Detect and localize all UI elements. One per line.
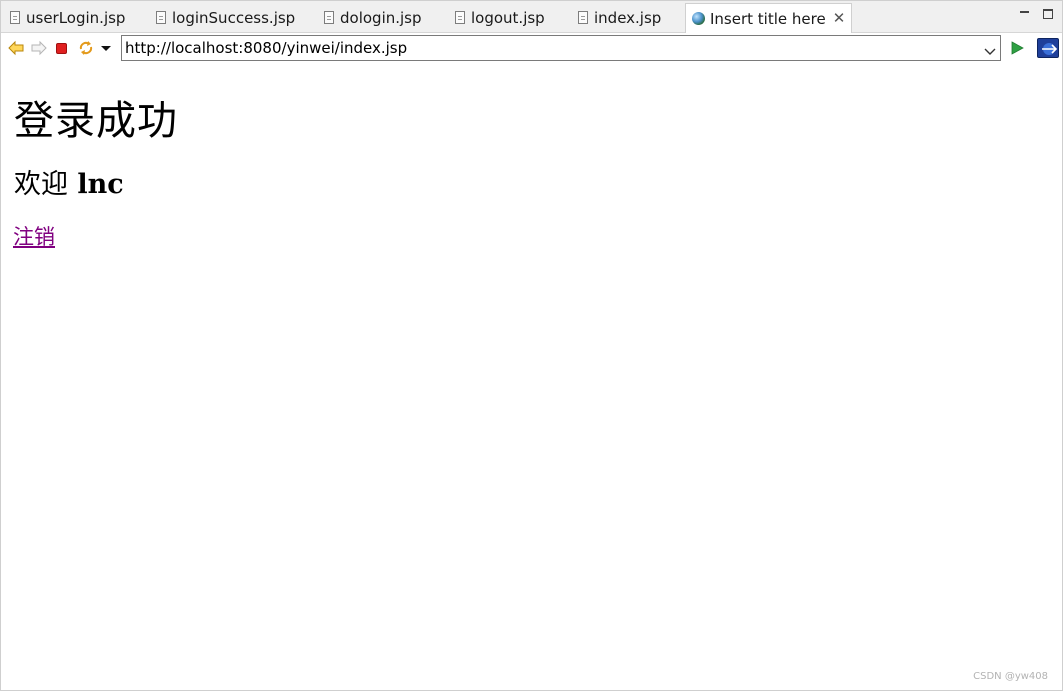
address-bar[interactable] — [121, 35, 1001, 61]
welcome-message: 欢迎 lnc — [14, 162, 124, 201]
welcome-label: 欢迎 — [14, 169, 68, 200]
tab-browser-active[interactable]: Insert title here ✕ — [685, 3, 853, 33]
browser-window: userLogin.jsp loginSuccess.jsp dologin.j… — [0, 0, 1063, 691]
maximize-icon[interactable] — [1043, 9, 1053, 19]
tab-label: loginSuccess.jsp — [172, 8, 296, 27]
browser-toolbar — [1, 33, 1062, 63]
jsp-file-icon — [455, 11, 465, 24]
url-input[interactable] — [125, 38, 975, 58]
jsp-file-icon — [324, 11, 334, 24]
tab-logout[interactable]: logout.jsp — [455, 3, 545, 32]
tab-index[interactable]: index.jsp — [578, 3, 661, 32]
page-title: 登录成功 — [14, 98, 178, 144]
tab-label: logout.jsp — [471, 8, 545, 27]
logout-link[interactable]: 注销 — [13, 221, 55, 251]
username: lnc — [77, 169, 124, 200]
tab-label: Insert title here — [710, 9, 826, 28]
tab-userlogin[interactable]: userLogin.jsp — [10, 3, 125, 32]
tab-label: dologin.jsp — [340, 8, 422, 27]
jsp-file-icon — [10, 11, 20, 24]
tab-loginsuccess[interactable]: loginSuccess.jsp — [156, 3, 295, 32]
jsp-file-icon — [156, 11, 166, 24]
editor-tab-bar: userLogin.jsp loginSuccess.jsp dologin.j… — [1, 1, 1062, 33]
stop-icon[interactable] — [54, 40, 70, 56]
jsp-file-icon — [578, 11, 588, 24]
globe-icon — [692, 12, 705, 25]
chevron-down-icon[interactable] — [984, 42, 996, 55]
go-icon[interactable] — [1009, 40, 1025, 56]
close-icon[interactable]: ✕ — [833, 11, 846, 26]
tab-dologin[interactable]: dologin.jsp — [324, 3, 422, 32]
back-arrow-icon[interactable] — [8, 40, 24, 56]
forward-arrow-icon[interactable] — [31, 40, 47, 56]
tab-label: userLogin.jsp — [26, 8, 126, 27]
browser-icon[interactable] — [1037, 38, 1059, 58]
watermark: CSDN @yw408 — [973, 671, 1048, 682]
refresh-icon[interactable] — [78, 40, 94, 56]
minimize-icon[interactable] — [1019, 5, 1031, 17]
dropdown-arrow-icon[interactable] — [99, 40, 115, 56]
tab-label: index.jsp — [594, 8, 662, 27]
